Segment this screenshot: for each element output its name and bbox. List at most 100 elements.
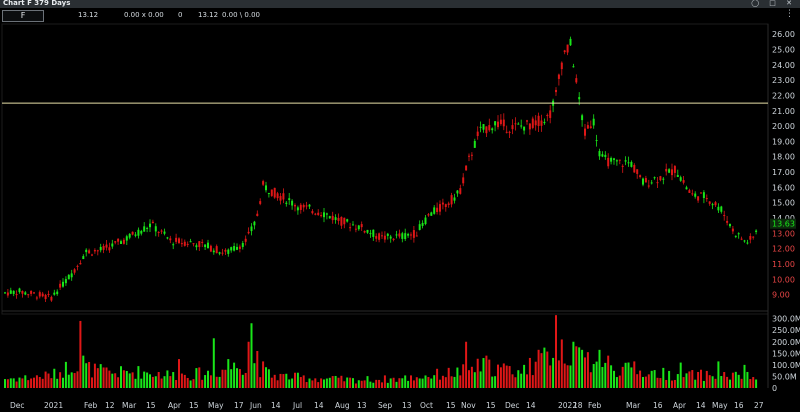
candle-body	[369, 233, 372, 235]
candle-body	[149, 223, 151, 228]
candle-body	[520, 125, 523, 127]
volume-bar	[4, 379, 6, 388]
volume-bar	[244, 372, 247, 388]
candle-body	[250, 226, 253, 232]
price-tick-label: 26.00	[772, 30, 795, 39]
candle-body	[557, 74, 560, 79]
volume-bar	[134, 378, 137, 388]
volume-bar	[56, 378, 59, 388]
volume-bar	[659, 378, 662, 388]
volume-bar	[636, 374, 639, 388]
candle-body	[412, 230, 415, 238]
volume-bar	[146, 372, 149, 388]
time-tick-label: Apr	[673, 401, 687, 410]
candle-body	[209, 245, 212, 252]
candle-body	[462, 177, 465, 184]
volume-bar	[262, 361, 265, 388]
candle-body	[589, 126, 592, 128]
candle-body	[273, 187, 276, 198]
time-tick-label: Mar	[626, 401, 641, 410]
volume-bar	[288, 379, 291, 388]
more-vert-icon[interactable]: ⋮	[785, 9, 794, 19]
candle-body	[575, 78, 578, 83]
volume-bar	[601, 366, 604, 388]
candle-body	[244, 238, 247, 242]
candle-body	[485, 126, 488, 134]
volume-bar	[491, 376, 494, 388]
candle-body	[505, 131, 508, 133]
candle-body	[120, 241, 122, 244]
candle-body	[650, 182, 653, 184]
volume-bar	[346, 377, 349, 388]
candle-body	[453, 197, 456, 201]
volume-bar	[520, 373, 523, 388]
candle-body	[372, 229, 375, 237]
volume-bar	[723, 372, 726, 388]
candle-body	[581, 115, 584, 121]
volume-bar	[296, 372, 299, 388]
volume-bar	[337, 377, 340, 388]
candle-body	[526, 120, 528, 122]
volume-bar	[740, 378, 743, 388]
volume-bar	[221, 369, 224, 388]
time-tick-label: 14	[526, 401, 536, 410]
candle-body	[546, 115, 549, 117]
candle-body	[468, 155, 470, 157]
volume-bar	[642, 376, 644, 388]
candle-body	[636, 169, 639, 174]
candle-body	[502, 119, 505, 127]
volume-bar	[325, 378, 328, 388]
volume-bar	[572, 341, 575, 388]
candle-body	[157, 231, 160, 233]
candle-body	[642, 178, 644, 185]
candle-body	[285, 202, 288, 204]
candle-body	[296, 207, 299, 211]
candle-body	[175, 237, 178, 242]
candle-body	[27, 294, 30, 296]
window-controls[interactable]: ◯ □ ✕	[751, 0, 796, 8]
candle-body	[531, 118, 534, 128]
time-tick-label: 14	[314, 401, 324, 410]
candle-body	[659, 176, 662, 181]
volume-bar	[279, 373, 282, 388]
volume-bar	[610, 365, 613, 388]
candle-body	[308, 204, 311, 207]
volume-bar	[207, 370, 209, 388]
candle-body	[50, 296, 53, 301]
volume-bar	[526, 374, 528, 388]
volume-bar	[27, 380, 30, 388]
candle-body	[67, 274, 70, 280]
price-volume-chart[interactable]: 26.00 25.00 24.00 23.00 22.00 21.00 20.00 19.00…	[0, 22, 800, 412]
volume-bar	[752, 377, 755, 388]
volume-tick-label: 100.0M	[772, 361, 800, 370]
candle-body	[653, 177, 656, 179]
volume-bar	[624, 362, 627, 388]
volume-bar	[656, 377, 659, 388]
candle-body	[676, 175, 679, 178]
candle-body	[91, 254, 93, 256]
candle-body	[334, 217, 337, 220]
volume-bar	[343, 381, 346, 388]
candle-body	[18, 288, 21, 293]
candle-body	[694, 193, 697, 197]
candle-body	[317, 212, 320, 215]
candle-body	[192, 243, 195, 245]
volume-tick-label: 250.0M	[772, 326, 800, 335]
volume-bar	[299, 377, 302, 388]
time-tick-label: Feb	[588, 401, 602, 410]
candle-body	[731, 228, 734, 232]
candle-body	[59, 283, 62, 288]
volume-bar	[662, 367, 665, 388]
volume-bar	[549, 365, 552, 388]
candle-body	[563, 50, 566, 53]
candle-body	[494, 121, 497, 126]
candle-body	[207, 242, 209, 249]
candle-body	[325, 213, 328, 215]
volume-bar	[125, 370, 128, 388]
candle-body	[398, 233, 401, 237]
price-tick-label: 9.00	[772, 291, 790, 300]
symbol-input[interactable]: F	[2, 10, 44, 22]
volume-bar	[276, 380, 279, 388]
price-tick-label: 22.00	[772, 91, 795, 100]
candle-body	[523, 126, 526, 131]
